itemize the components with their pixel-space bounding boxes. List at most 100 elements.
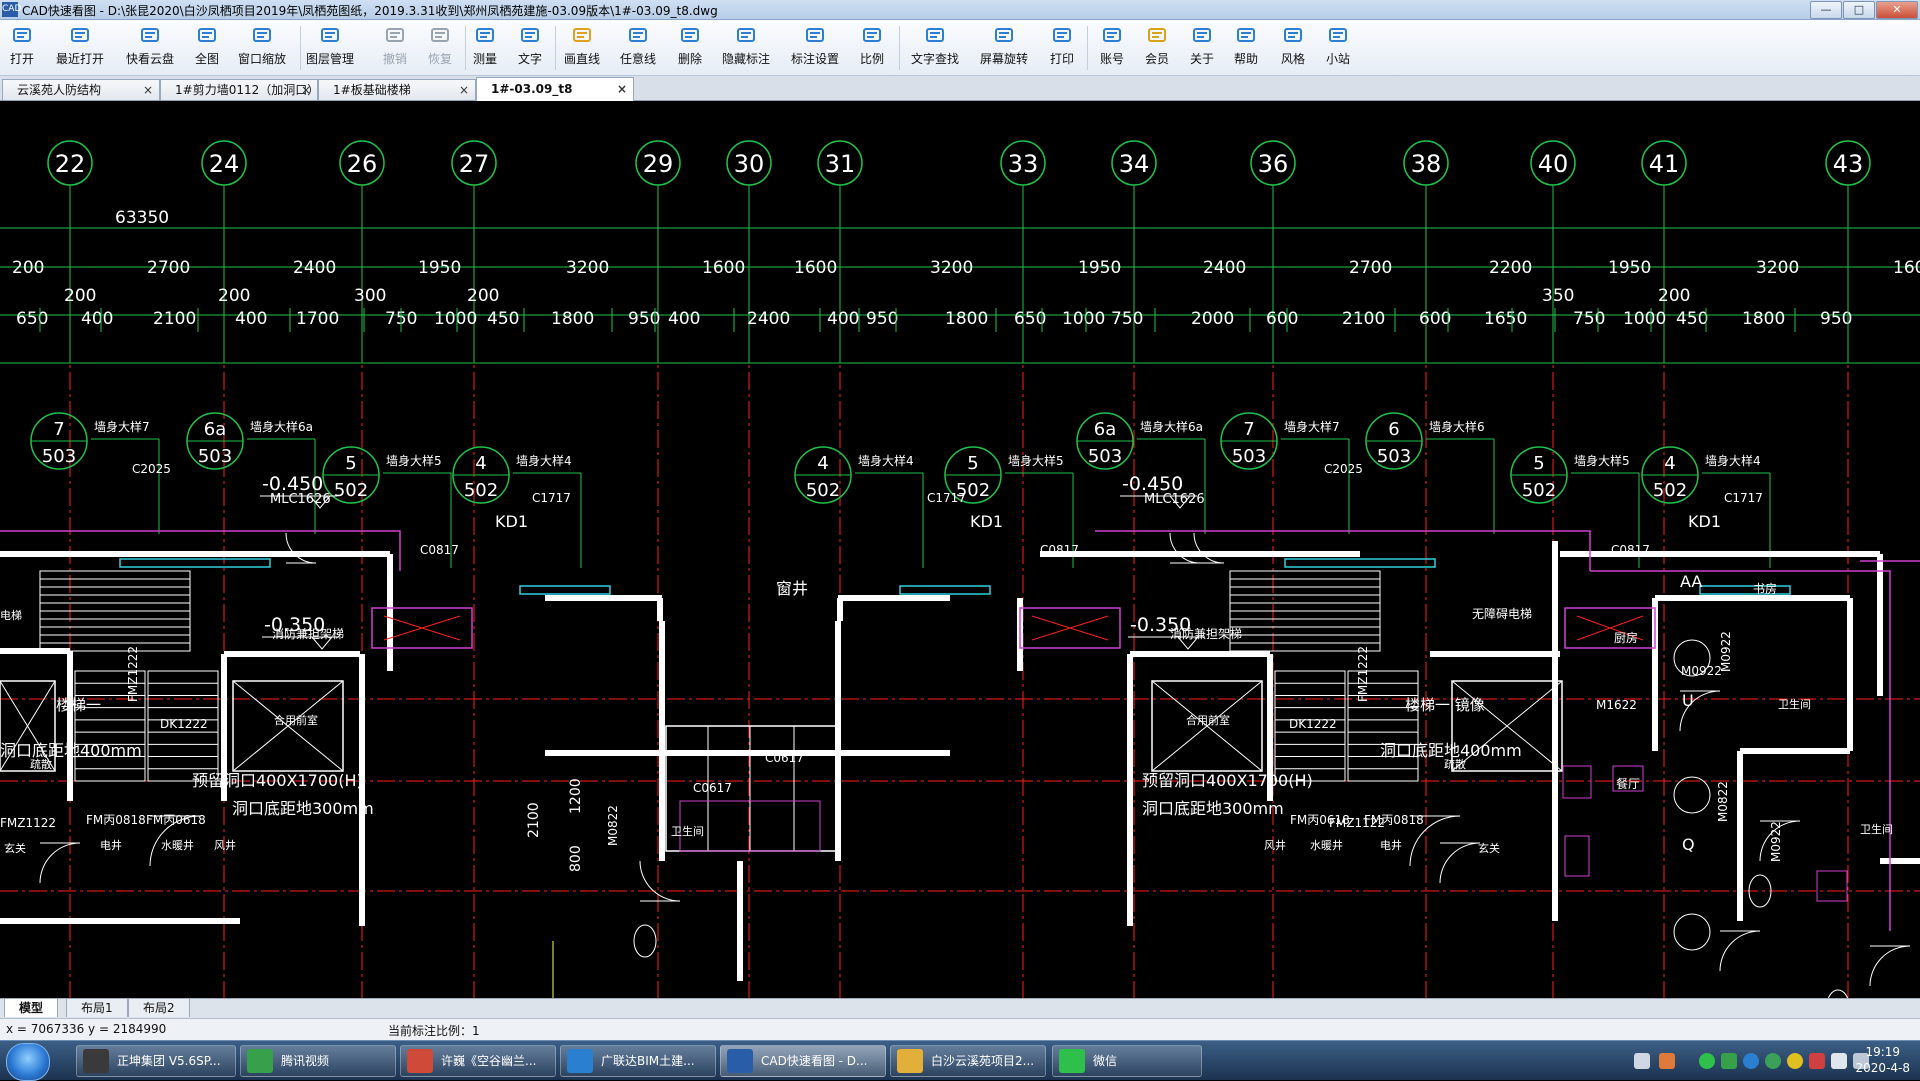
document-tab[interactable]: 1#剪力墙0112（加洞口） × [160, 79, 319, 100]
toolbar-label: 删除 [677, 52, 702, 66]
ruler-button[interactable]: 测量 [461, 23, 509, 75]
taskbar-app-icon [407, 1049, 433, 1073]
dimension-text: 650 [16, 309, 48, 329]
taskbar-app-button[interactable]: 广联达BIM土建... [560, 1045, 716, 1077]
flag-tray-icon[interactable] [1809, 1053, 1825, 1069]
update-tray-icon[interactable] [1787, 1053, 1803, 1069]
undo-button[interactable]: 撤销 [371, 23, 419, 75]
door-swing [1869, 945, 1911, 987]
layout-tab[interactable]: 布局2 [128, 999, 190, 1017]
app-tray-icon[interactable] [1659, 1053, 1675, 1069]
maximize-button[interactable]: □ [1843, 1, 1875, 19]
zoom-window-button[interactable]: 窗口缩放 [238, 23, 286, 75]
document-tab[interactable]: 1#板基础楼梯 × [318, 79, 476, 100]
toolbar-label: 隐藏标注 [722, 52, 771, 66]
scale-button[interactable]: 比例 [848, 23, 896, 75]
rotate-screen-button[interactable]: 屏幕旋转 [980, 23, 1028, 75]
close-button[interactable]: ✕ [1876, 1, 1918, 19]
room-label: C2025 [1324, 462, 1363, 476]
taskbar-app-button[interactable]: 白沙云溪苑项目2... [890, 1045, 1046, 1077]
room-label: 电梯 [0, 609, 22, 622]
room-label: FMZ1222 [1356, 646, 1370, 702]
markup-settings-button[interactable]: 标注设置 [791, 23, 839, 75]
wall-detail-note: 墙身大样4 [858, 453, 914, 468]
dimension-text: 400 [827, 309, 859, 329]
taskbar-app-button[interactable]: CAD快速看图 - D... [720, 1045, 886, 1077]
minimize-button[interactable]: — [1810, 1, 1842, 19]
room-label: M0922 [1681, 664, 1722, 678]
wechat-tray-icon[interactable] [1699, 1053, 1715, 1069]
toolbar-label: 比例 [859, 52, 884, 66]
fit-all-icon [195, 23, 219, 47]
wall-detail-note: 墙身大样4 [1705, 453, 1761, 468]
layers-button[interactable]: 图层管理 [306, 23, 354, 75]
dimension-text: 400 [235, 309, 267, 329]
taskbar-app-icon [727, 1049, 753, 1073]
pen-button[interactable]: 任意线 [614, 23, 662, 75]
layout-tab[interactable]: 布局1 [66, 999, 128, 1017]
cloud-button[interactable]: 快看云盘 [126, 23, 174, 75]
axis-label: 24 [209, 150, 240, 178]
tab-close-icon[interactable]: × [617, 78, 627, 100]
taskbar-app-button[interactable]: 正坤集团 V5.6SP... [76, 1045, 236, 1077]
folder-open-button[interactable]: 打开 [0, 23, 46, 75]
eraser-button[interactable]: 删除 [666, 23, 714, 75]
drawing-canvas[interactable]: 22 24 26 27 29 30 31 33 34 36 38 40 41 43 63350 200 2700… [0, 101, 1920, 998]
printer-button[interactable]: 打印 [1038, 23, 1086, 75]
keyboard-icon[interactable] [1634, 1053, 1650, 1069]
detail-number: 4 [817, 453, 828, 474]
redo-button[interactable]: 恢复 [416, 23, 464, 75]
taskbar-app-label: 白沙云溪苑项目2... [931, 1054, 1035, 1068]
text-button[interactable]: 文字 [506, 23, 554, 75]
toolbar-label: 账号 [1099, 52, 1124, 66]
detail-number: 5 [345, 453, 356, 474]
style-button[interactable]: 风格 [1269, 23, 1317, 75]
room-label: FM丙0618 [146, 813, 206, 827]
layout-tab[interactable]: 模型 [4, 999, 59, 1017]
taskbar-app-button[interactable]: 腾讯视频 [240, 1045, 396, 1077]
video-tray-icon[interactable] [1721, 1053, 1737, 1069]
sheet-number: 502 [1653, 480, 1687, 501]
account-button[interactable]: 账号 [1088, 23, 1136, 75]
toolbar-label: 文字查找 [911, 52, 960, 66]
vip-button[interactable]: 会员 [1133, 23, 1181, 75]
tab-close-icon[interactable]: × [459, 80, 469, 100]
history-button[interactable]: 最近打开 [56, 23, 104, 75]
style-icon [1281, 23, 1305, 47]
room-label: FM丙0618 [1290, 813, 1350, 827]
clock-time: 19:19 [1865, 1045, 1901, 1059]
taskbar-app-button[interactable]: 许巍《空谷幽兰... [400, 1045, 556, 1077]
info-button[interactable]: 关于 [1178, 23, 1226, 75]
clock[interactable]: 19:19 2020-4-8 [1856, 1044, 1910, 1076]
tab-close-icon[interactable]: × [143, 80, 153, 100]
scale-icon [860, 23, 884, 47]
toolbar-separator [300, 26, 301, 70]
cad-drawing[interactable]: 22 24 26 27 29 30 31 33 34 36 38 40 41 43 63350 200 2700… [0, 101, 1920, 998]
dimension-text: 1800 [945, 309, 988, 329]
eye-hide-button[interactable]: 隐藏标注 [722, 23, 770, 75]
dimension-text: 2400 [747, 309, 790, 329]
browser-tray-icon[interactable] [1743, 1053, 1759, 1069]
title-bar: CAD CAD快速看图 - D:\张昆2020\白沙凤栖项目2019年\凤栖苑图… [0, 0, 1920, 20]
toolbar-separator [899, 26, 900, 70]
room-label: C0617 [765, 751, 804, 765]
toolbar-label: 测量 [472, 52, 497, 66]
help-button[interactable]: 帮助 [1222, 23, 1270, 75]
volume-icon[interactable] [1831, 1053, 1847, 1069]
detail-number: 5 [967, 453, 978, 474]
taskbar-app-button[interactable]: 微信 [1052, 1045, 1202, 1077]
tab-close-icon[interactable]: × [301, 80, 311, 100]
line-button[interactable]: 画直线 [558, 23, 606, 75]
taskbar-app-label: 腾讯视频 [281, 1054, 330, 1068]
folder-open-icon [10, 23, 34, 47]
document-tab[interactable]: 1#-03.09_t8 × [476, 77, 634, 101]
info-icon [1190, 23, 1214, 47]
document-tab[interactable]: 云溪苑人防结构 × [2, 79, 160, 100]
fit-all-button[interactable]: 全图 [183, 23, 231, 75]
dimension-text: 950 [866, 309, 898, 329]
security-tray-icon[interactable] [1765, 1053, 1781, 1069]
text-search-button[interactable]: 文字查找 [911, 23, 959, 75]
station-button[interactable]: 小站 [1314, 23, 1362, 75]
start-button[interactable] [6, 1043, 50, 1081]
room-label: M1622 [1596, 698, 1637, 712]
